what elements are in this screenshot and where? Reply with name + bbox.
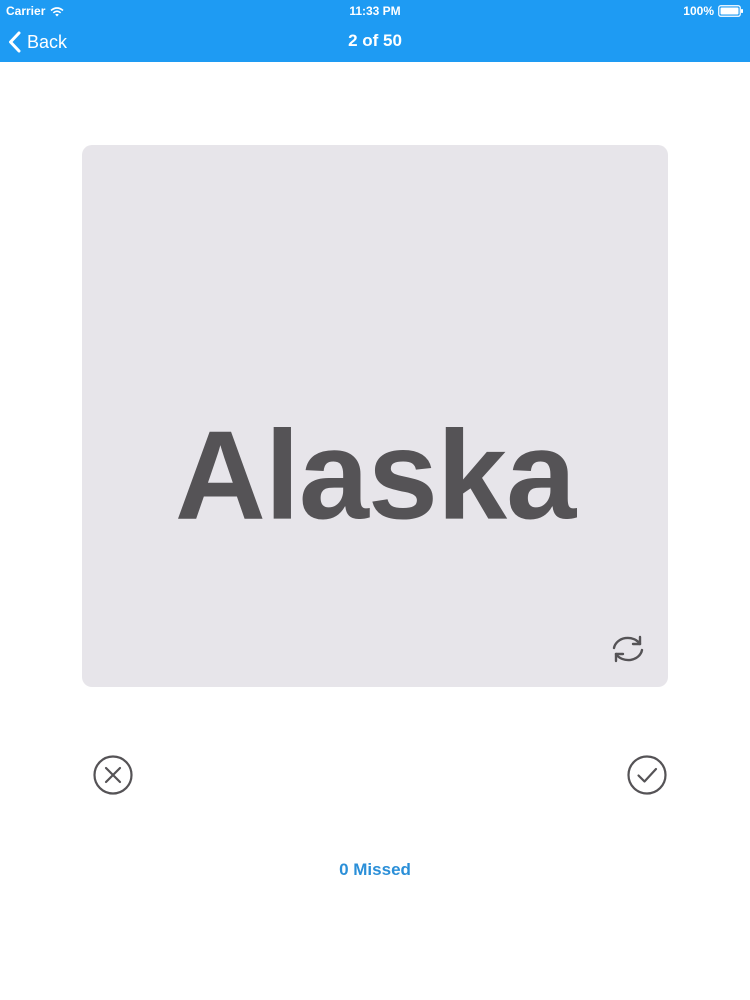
flashcard-screen: Carrier 11:33 PM 100% Back 2 of 50 Alask… bbox=[0, 0, 750, 1000]
navigation-bar: Back 2 of 50 bbox=[0, 22, 750, 62]
mark-correct-button[interactable] bbox=[626, 754, 668, 796]
mark-missed-button[interactable] bbox=[92, 754, 134, 796]
battery-info: 100% bbox=[683, 4, 744, 18]
battery-icon bbox=[718, 5, 744, 17]
battery-percent: 100% bbox=[683, 4, 714, 18]
flashcard[interactable]: Alaska bbox=[82, 145, 668, 687]
missed-count-link[interactable]: 0 Missed bbox=[0, 860, 750, 880]
status-bar: Carrier 11:33 PM 100% bbox=[0, 0, 750, 22]
flashcard-word: Alaska bbox=[174, 404, 576, 546]
top-bar: Carrier 11:33 PM 100% Back 2 of 50 bbox=[0, 0, 750, 62]
check-circle-icon bbox=[626, 755, 668, 800]
status-time: 11:33 PM bbox=[349, 4, 401, 18]
card-progress-title: 2 of 50 bbox=[348, 31, 402, 50]
x-circle-icon bbox=[92, 755, 134, 800]
refresh-icon[interactable] bbox=[608, 629, 648, 669]
